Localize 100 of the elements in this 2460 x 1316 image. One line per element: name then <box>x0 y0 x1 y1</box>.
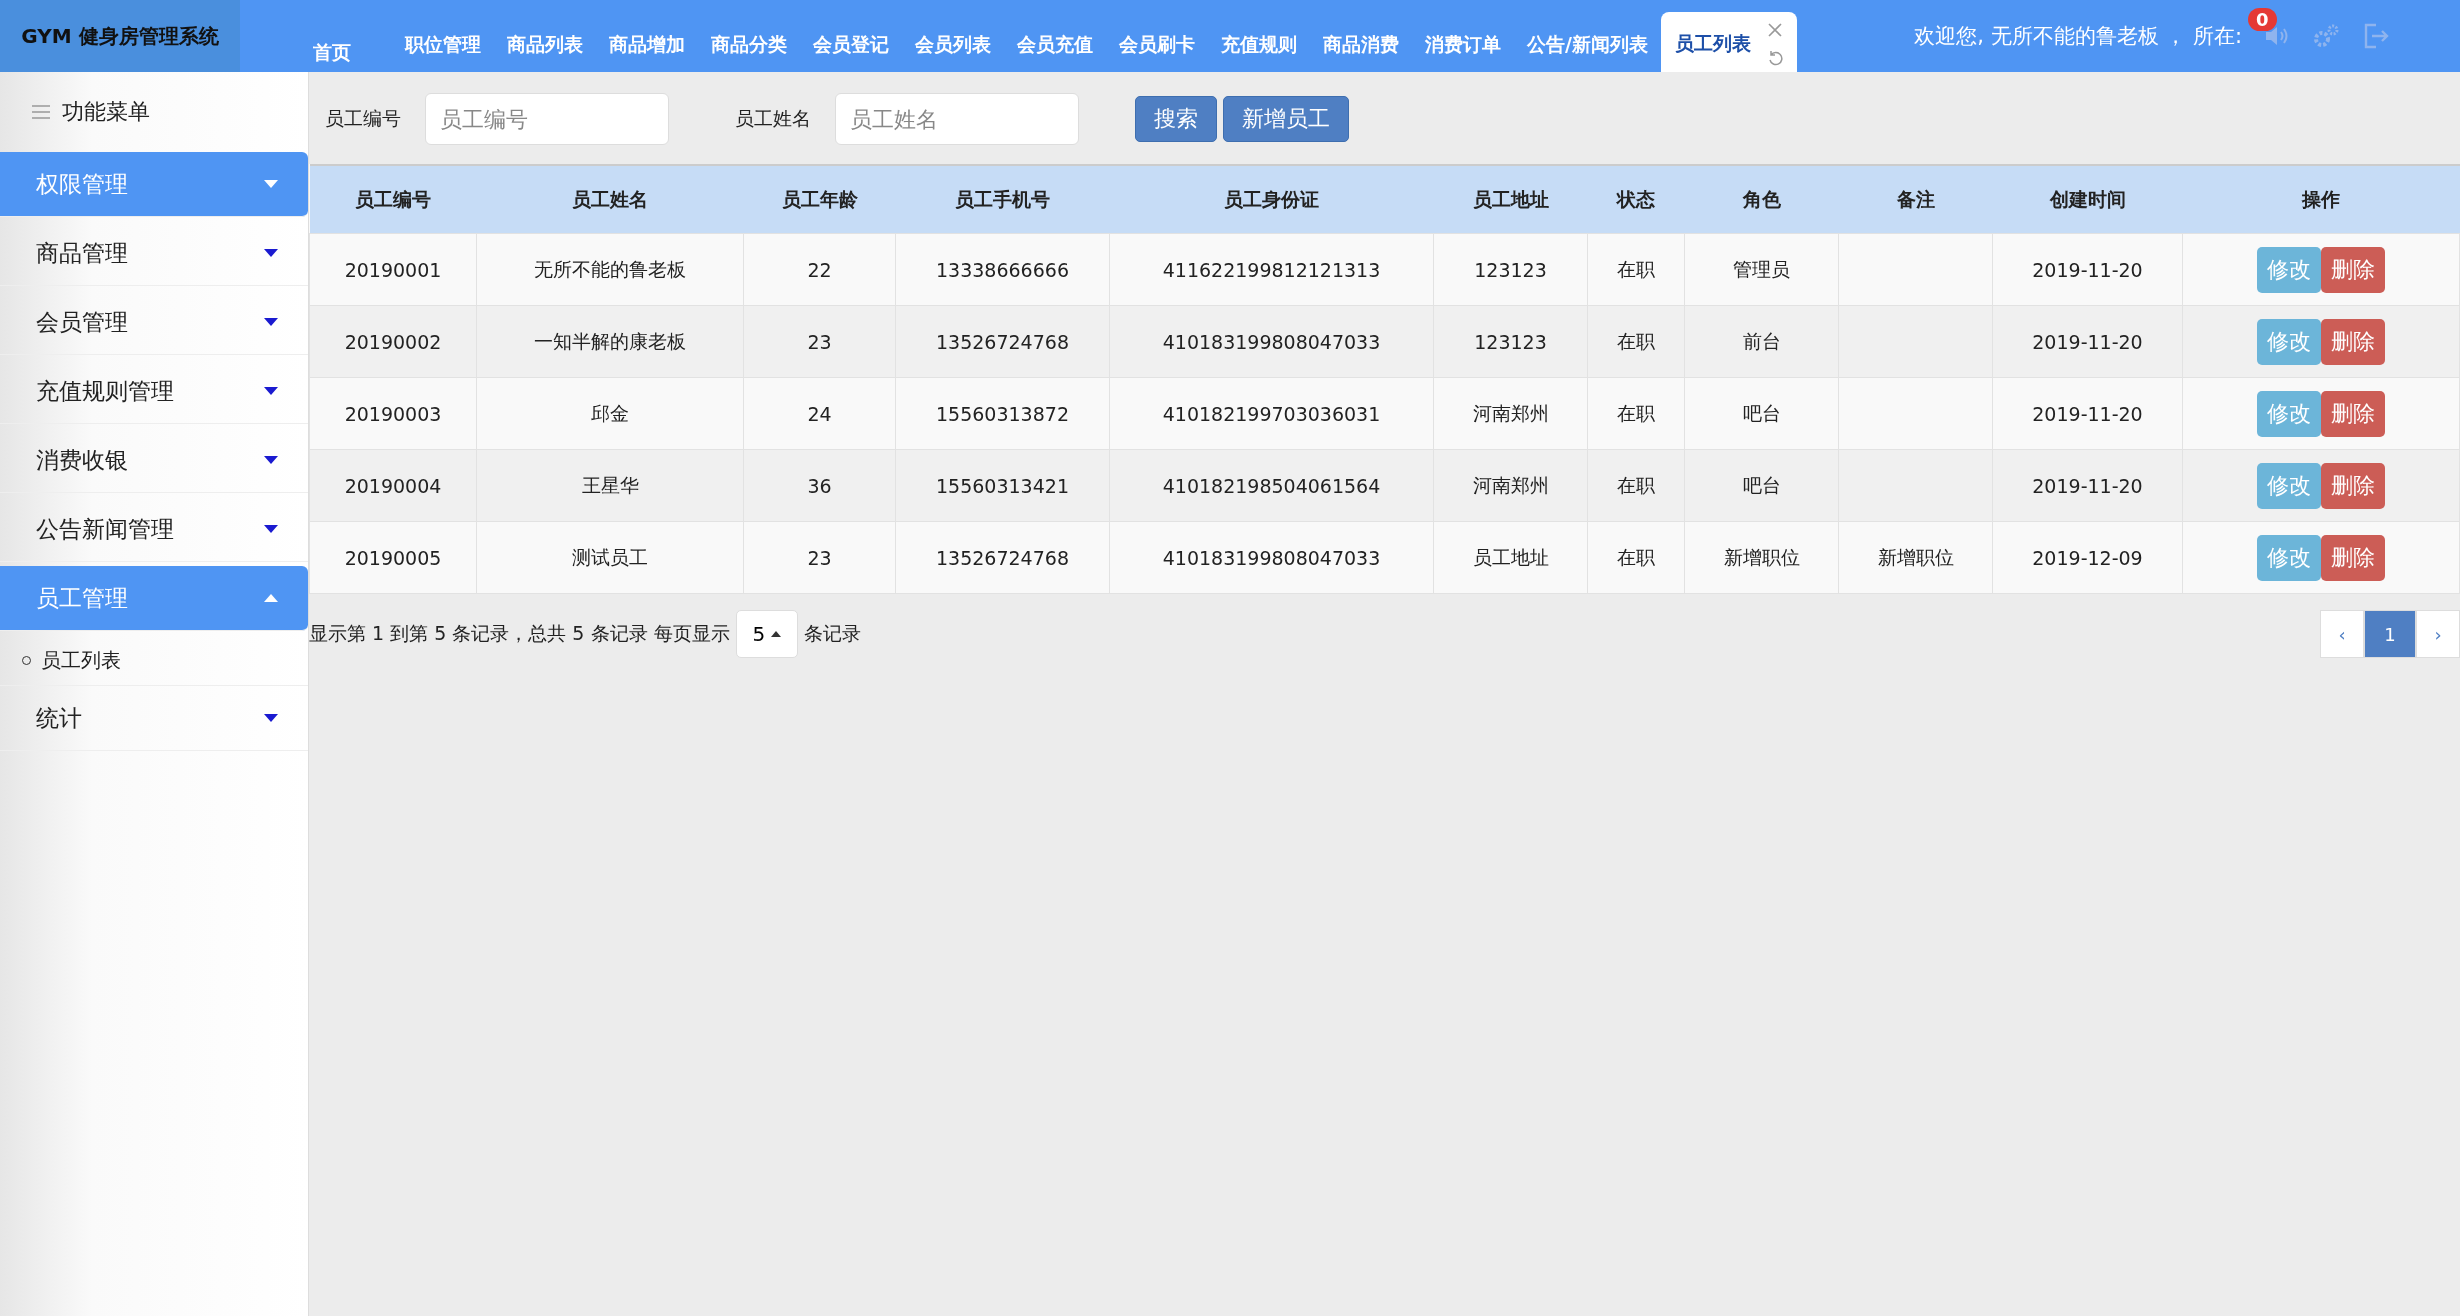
table-cell: 新增职位 <box>1684 521 1839 594</box>
table-cell: 邱金 <box>476 377 744 450</box>
caret-icon <box>264 387 278 395</box>
tab[interactable]: 商品消费 <box>1310 32 1412 72</box>
table-cell: 23 <box>743 521 896 594</box>
input-field[interactable]: 员工编号 <box>425 93 669 145</box>
edit-button[interactable]: 修改 <box>2257 462 2321 509</box>
table-cell: 员工地址 <box>1433 521 1588 594</box>
input-field[interactable]: 员工姓名 <box>835 93 1079 145</box>
caret-icon <box>264 456 278 464</box>
table-cell: 13526724768 <box>895 305 1110 378</box>
table-cell: 在职 <box>1587 377 1685 450</box>
tab[interactable]: 职位管理 <box>392 32 494 72</box>
speaker-icon[interactable] <box>2264 24 2290 48</box>
tab[interactable]: 商品增加 <box>596 32 698 72</box>
tab[interactable]: 商品分类 <box>698 32 800 72</box>
table-cell: 管理员 <box>1684 233 1839 306</box>
logout-icon[interactable] <box>2362 22 2390 50</box>
menu-icon[interactable] <box>32 105 50 119</box>
action-button[interactable]: 新增员工 <box>1223 96 1349 142</box>
close-icon[interactable] <box>1766 22 1783 38</box>
sidebar-item[interactable]: 权限管理 <box>0 152 308 217</box>
next-page-button[interactable]: › <box>2416 610 2460 658</box>
pagination-suffix: 条记录 <box>804 621 862 646</box>
table-cell: 2019-11-20 <box>1992 305 2183 378</box>
caret-icon <box>264 525 278 533</box>
table-cell: 410183199808047033 <box>1109 305 1434 378</box>
settings-icon[interactable] <box>2312 23 2340 49</box>
delete-button[interactable]: 删除 <box>2321 534 2385 581</box>
tab[interactable]: 首页 <box>300 40 364 72</box>
delete-button[interactable]: 删除 <box>2321 390 2385 437</box>
sidebar-item[interactable]: 消费收银 <box>0 428 308 493</box>
tab-label[interactable]: 员工列表 <box>1674 31 1751 57</box>
column-header: 创建时间 <box>1992 165 2183 234</box>
previous-page-button[interactable]: ‹ <box>2320 610 2364 658</box>
tab[interactable]: 会员列表 <box>902 32 1004 72</box>
table-cell: 2019-11-20 <box>1992 449 2183 522</box>
table-cell: 123123 <box>1433 305 1588 378</box>
tab[interactable]: 会员充值 <box>1004 32 1106 72</box>
caret-icon <box>264 594 278 602</box>
tab[interactable]: 会员登记 <box>800 32 902 72</box>
table-cell: 测试员工 <box>476 521 744 594</box>
table-cell: 2019-11-20 <box>1992 377 2183 450</box>
table-cell: 24 <box>743 377 896 450</box>
edit-button[interactable]: 修改 <box>2257 534 2321 581</box>
app-logo: GYM 健身房管理系统 <box>0 0 240 72</box>
table-cell: 15560313872 <box>895 377 1110 450</box>
sidebar-item[interactable]: 商品管理 <box>0 221 308 286</box>
table-cell: 410182198504061564 <box>1109 449 1434 522</box>
sidebar-item[interactable]: 员工管理 <box>0 566 308 631</box>
column-header: 员工手机号 <box>895 165 1110 234</box>
column-header: 角色 <box>1684 165 1839 234</box>
table-cell: 2019-11-20 <box>1992 233 2183 306</box>
table-cell: 22 <box>743 233 896 306</box>
column-header: 员工姓名 <box>476 165 744 234</box>
refresh-icon[interactable] <box>1766 50 1783 66</box>
caret-icon <box>771 631 782 637</box>
delete-button[interactable]: 删除 <box>2321 318 2385 365</box>
table-cell: 23 <box>743 305 896 378</box>
table-cell: 河南郑州 <box>1433 377 1588 450</box>
table-cell: 在职 <box>1587 521 1685 594</box>
table-cell: 在职 <box>1587 305 1685 378</box>
edit-button[interactable]: 修改 <box>2257 390 2321 437</box>
caret-icon <box>264 714 278 722</box>
tab[interactable]: 会员刷卡 <box>1106 32 1208 72</box>
table-cell: 20190005 <box>309 521 477 594</box>
sidebar-item[interactable]: 充值规则管理 <box>0 359 308 424</box>
edit-button[interactable]: 修改 <box>2257 318 2321 365</box>
tab[interactable]: 公告/新闻列表 <box>1514 32 1661 72</box>
table-cell: 王星华 <box>476 449 744 522</box>
table-cell: 410182199703036031 <box>1109 377 1434 450</box>
tab[interactable]: 商品列表 <box>494 32 596 72</box>
tab[interactable]: 充值规则 <box>1208 32 1310 72</box>
column-header: 员工地址 <box>1433 165 1588 234</box>
welcome-text: 欢迎您, 无所不能的鲁老板 ， 所在: <box>1914 23 2242 50</box>
table-cell: 20190003 <box>309 377 477 450</box>
page-size-select[interactable]: 5 <box>735 610 799 658</box>
table-cell: 123123 <box>1433 233 1588 306</box>
sidebar-item[interactable]: 公告新闻管理 <box>0 497 308 562</box>
tab[interactable]: 消费订单 <box>1412 32 1514 72</box>
table-cell: 吧台 <box>1684 377 1839 450</box>
table-cell: 20190001 <box>309 233 477 306</box>
table-cell: 20190004 <box>309 449 477 522</box>
tab[interactable]: 员工列表 <box>1660 12 1797 72</box>
page-button[interactable]: 1 <box>2364 610 2416 658</box>
caret-icon <box>264 180 278 188</box>
table-cell: 36 <box>743 449 896 522</box>
delete-button[interactable]: 删除 <box>2321 462 2385 509</box>
table-cell: 新增职位 <box>1838 521 1993 594</box>
sidebar-item[interactable]: 会员管理 <box>0 290 308 355</box>
sidebar-item[interactable]: 统计 <box>0 686 308 751</box>
caret-icon <box>264 249 278 257</box>
action-button[interactable]: 搜索 <box>1135 96 1217 142</box>
sidebar-subitem[interactable]: 员工列表 <box>0 635 308 686</box>
edit-button[interactable]: 修改 <box>2257 246 2321 293</box>
column-header: 员工编号 <box>309 165 477 234</box>
table-cell: 河南郑州 <box>1433 449 1588 522</box>
delete-button[interactable]: 删除 <box>2321 246 2385 293</box>
column-header: 备注 <box>1838 165 1993 234</box>
column-header: 状态 <box>1587 165 1685 234</box>
